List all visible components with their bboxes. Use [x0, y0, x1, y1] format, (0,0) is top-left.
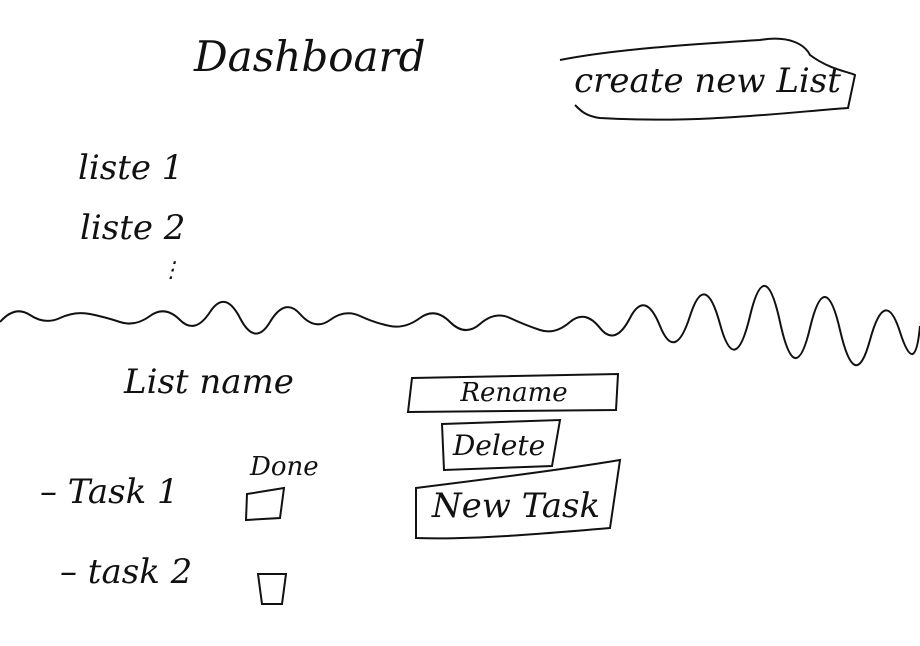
task-1-checkbox[interactable]	[246, 488, 284, 520]
delete-button[interactable]: Delete	[446, 423, 552, 467]
list-item[interactable]: liste 2	[80, 208, 185, 248]
rename-button[interactable]: Rename	[412, 376, 616, 410]
task-row-label: – Task 1	[40, 472, 179, 512]
new-task-button-label: New Task	[431, 486, 601, 526]
new-task-button[interactable]: New Task	[418, 478, 614, 534]
list-name-heading: List name	[124, 362, 294, 402]
page-title: Dashboard	[194, 32, 426, 81]
rename-button-label: Rename	[460, 378, 568, 408]
task-2-checkbox[interactable]	[258, 574, 286, 604]
done-column-label: Done	[250, 452, 319, 482]
delete-button-label: Delete	[452, 428, 546, 462]
create-list-button-label: create new List	[574, 61, 841, 101]
wavy-separator	[0, 284, 920, 366]
create-list-button[interactable]: create new List	[565, 50, 850, 112]
task-row-label: – task 2	[60, 552, 193, 592]
list-item[interactable]: liste 1	[78, 148, 183, 188]
more-lists-indicator: ⋮	[160, 258, 182, 283]
